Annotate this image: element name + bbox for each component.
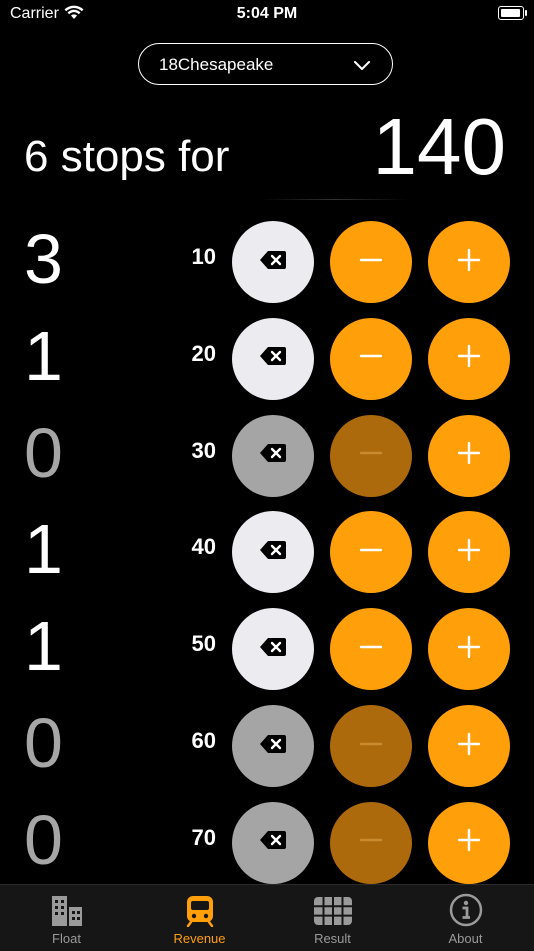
decrement-button[interactable] xyxy=(330,801,412,884)
delete-icon xyxy=(259,346,287,371)
decrement-button[interactable] xyxy=(330,511,412,594)
decrement-button[interactable] xyxy=(330,608,412,691)
increment-button[interactable] xyxy=(428,705,510,787)
denomination-value: 50 xyxy=(191,631,216,657)
status-bar: Carrier 5:04 PM xyxy=(0,0,534,30)
stops-headline: 6 stops for xyxy=(24,132,230,181)
tab-bar: Float Revenue Result About xyxy=(0,884,534,951)
clear-button[interactable] xyxy=(232,317,314,400)
denomination-value: 30 xyxy=(191,437,216,463)
battery-icon xyxy=(498,6,527,20)
clear-button[interactable] xyxy=(232,221,314,303)
decrement-button[interactable] xyxy=(330,317,412,400)
increment-button[interactable] xyxy=(428,801,510,884)
denomination-row: 0 70 xyxy=(0,796,534,892)
denomination-row: 0 60 xyxy=(0,699,534,795)
stop-count: 1 xyxy=(24,510,63,589)
clear-button[interactable] xyxy=(232,801,314,884)
increment-button[interactable] xyxy=(428,317,510,400)
increment-button[interactable] xyxy=(428,221,510,303)
delete-icon xyxy=(259,443,287,468)
denomination-value: 70 xyxy=(191,824,216,850)
clear-button[interactable] xyxy=(232,705,314,787)
denomination-row: 1 20 xyxy=(0,312,534,408)
decrement-button[interactable] xyxy=(330,414,412,497)
stop-count: 0 xyxy=(24,413,63,492)
tab-float[interactable]: Float xyxy=(0,885,133,951)
plus-icon xyxy=(457,344,481,373)
train-icon xyxy=(183,893,217,932)
denomination-row: 1 40 xyxy=(0,505,534,601)
stop-count: 0 xyxy=(24,704,63,782)
delete-icon xyxy=(259,540,287,565)
company-picker[interactable]: 18Chesapeake xyxy=(138,43,393,85)
tab-float-label: Float xyxy=(52,931,81,946)
stop-count: 0 xyxy=(24,800,63,879)
minus-icon xyxy=(359,441,383,470)
decrement-button[interactable] xyxy=(330,705,412,787)
minus-icon xyxy=(359,248,383,277)
denomination-value: 40 xyxy=(191,534,216,560)
plus-icon xyxy=(457,828,481,857)
denomination-value: 10 xyxy=(191,244,216,269)
minus-icon xyxy=(359,828,383,857)
clear-button[interactable] xyxy=(232,511,314,594)
minus-icon xyxy=(359,538,383,567)
divider xyxy=(260,199,410,200)
tab-result-label: Result xyxy=(314,931,351,946)
grid-icon xyxy=(313,893,353,932)
plus-icon xyxy=(457,732,481,761)
info-icon xyxy=(449,893,483,932)
decrement-button[interactable] xyxy=(330,221,412,303)
increment-button[interactable] xyxy=(428,511,510,594)
denomination-row: 0 30 xyxy=(0,409,534,505)
delete-icon xyxy=(259,637,287,662)
stop-count: 3 xyxy=(24,220,63,298)
denomination-value: 20 xyxy=(191,340,216,366)
delete-icon xyxy=(259,734,287,759)
denomination-row: 1 50 xyxy=(0,602,534,698)
plus-icon xyxy=(457,635,481,664)
plus-icon xyxy=(457,248,481,277)
buildings-icon xyxy=(50,893,84,932)
revenue-total: 140 xyxy=(372,102,506,191)
company-picker-value: 18Chesapeake xyxy=(159,55,274,74)
minus-icon xyxy=(359,635,383,664)
chevron-down-icon xyxy=(354,58,370,76)
denomination-row: 3 10 xyxy=(0,215,534,311)
plus-icon xyxy=(457,538,481,567)
increment-button[interactable] xyxy=(428,608,510,691)
tab-revenue[interactable]: Revenue xyxy=(133,885,266,951)
plus-icon xyxy=(457,441,481,470)
clear-button[interactable] xyxy=(232,414,314,497)
stop-count: 1 xyxy=(24,316,63,395)
clear-button[interactable] xyxy=(232,608,314,691)
tab-result[interactable]: Result xyxy=(266,885,399,951)
stop-count: 1 xyxy=(24,607,63,686)
minus-icon xyxy=(359,732,383,761)
denomination-value: 60 xyxy=(191,728,216,753)
minus-icon xyxy=(359,344,383,373)
tab-revenue-label: Revenue xyxy=(173,931,226,946)
tab-about[interactable]: About xyxy=(399,885,532,951)
increment-button[interactable] xyxy=(428,414,510,497)
clock: 5:04 PM xyxy=(236,5,298,22)
tab-about-label: About xyxy=(448,931,483,946)
delete-icon xyxy=(259,830,287,855)
delete-icon xyxy=(259,250,287,275)
